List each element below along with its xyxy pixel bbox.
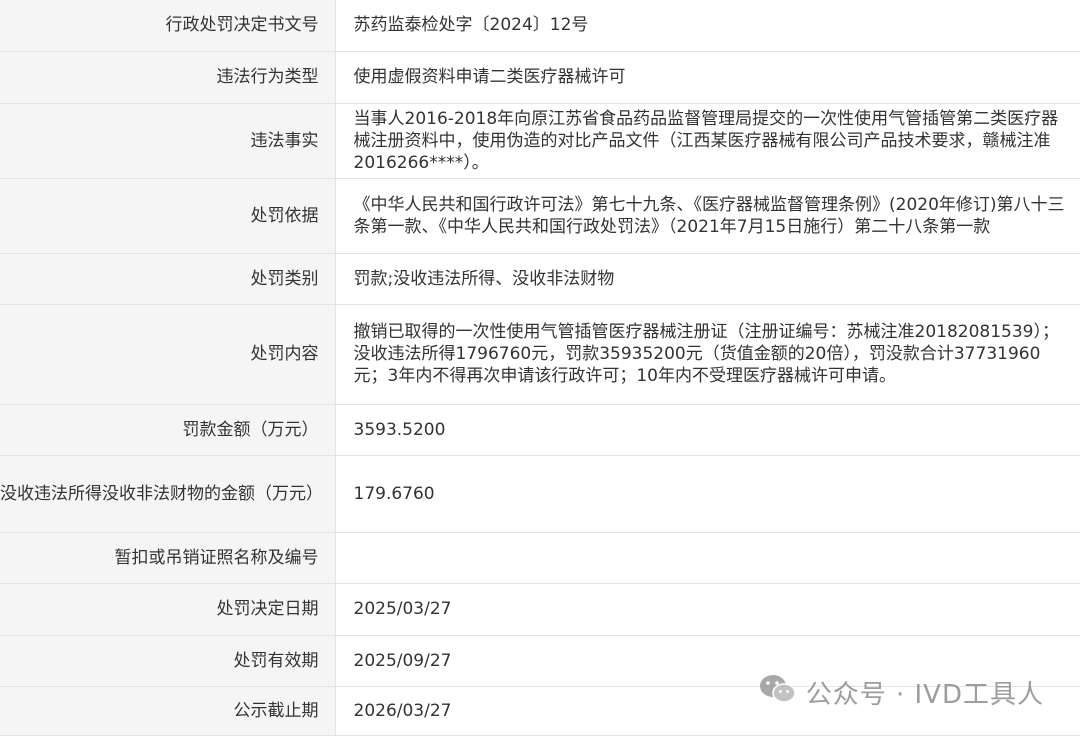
table-row: 处罚决定日期 2025/03/27 [0,583,1080,636]
row-label: 处罚决定日期 [0,583,336,636]
row-value: 撤销已取得的一次性使用气管插管医疗器械注册证（注册证编号：苏械注准2018208… [335,304,1080,405]
table-row: 处罚内容 撤销已取得的一次性使用气管插管医疗器械注册证（注册证编号：苏械注准20… [0,304,1080,405]
watermark: 公众号 · IVD工具人 [758,673,1044,712]
row-label: 暂扣或吊销证照名称及编号 [0,532,336,584]
row-value: 罚款;没收违法所得、没收非法财物 [335,253,1080,305]
penalty-info-table: 行政处罚决定书文号 苏药监泰检处字〔2024〕12号 违法行为类型 使用虚假资料… [0,0,1080,736]
table-row: 罚款金额（万元） 3593.5200 [0,404,1080,456]
row-value: 2025/03/27 [335,583,1080,636]
row-label: 罚款金额（万元） [0,404,336,456]
table-row: 暂扣或吊销证照名称及编号 [0,532,1080,584]
row-value: 《中华人民共和国行政许可法》第七十九条、《医疗器械监督管理条例》(2020年修订… [335,178,1080,254]
table-row: 违法事实 当事人2016-2018年向原江苏省食品药品监督管理局提交的一次性使用… [0,103,1080,179]
row-value: 当事人2016-2018年向原江苏省食品药品监督管理局提交的一次性使用气管插管第… [335,103,1080,179]
table-row: 处罚依据 《中华人民共和国行政许可法》第七十九条、《医疗器械监督管理条例》(20… [0,178,1080,254]
row-label: 没收违法所得没收非法财物的金额（万元） [0,455,336,533]
row-value: 苏药监泰检处字〔2024〕12号 [335,0,1080,52]
table-row: 行政处罚决定书文号 苏药监泰检处字〔2024〕12号 [0,0,1080,52]
row-label: 公示截止期 [0,686,336,736]
row-label: 处罚依据 [0,178,336,254]
table-row: 违法行为类型 使用虚假资料申请二类医疗器械许可 [0,51,1080,104]
row-label: 处罚类别 [0,253,336,305]
row-label: 违法事实 [0,103,336,179]
row-value: 179.6760 [335,455,1080,533]
row-label: 行政处罚决定书文号 [0,0,336,52]
row-value [335,532,1080,584]
row-label: 处罚有效期 [0,635,336,687]
row-label: 处罚内容 [0,304,336,405]
row-value: 使用虚假资料申请二类医疗器械许可 [335,51,1080,104]
row-value: 3593.5200 [335,404,1080,456]
wechat-icon [758,673,806,712]
row-label: 违法行为类型 [0,51,336,104]
table-row: 没收违法所得没收非法财物的金额（万元） 179.6760 [0,455,1080,533]
table-row: 处罚类别 罚款;没收违法所得、没收非法财物 [0,253,1080,305]
watermark-text: 公众号 · IVD工具人 [805,680,1044,710]
